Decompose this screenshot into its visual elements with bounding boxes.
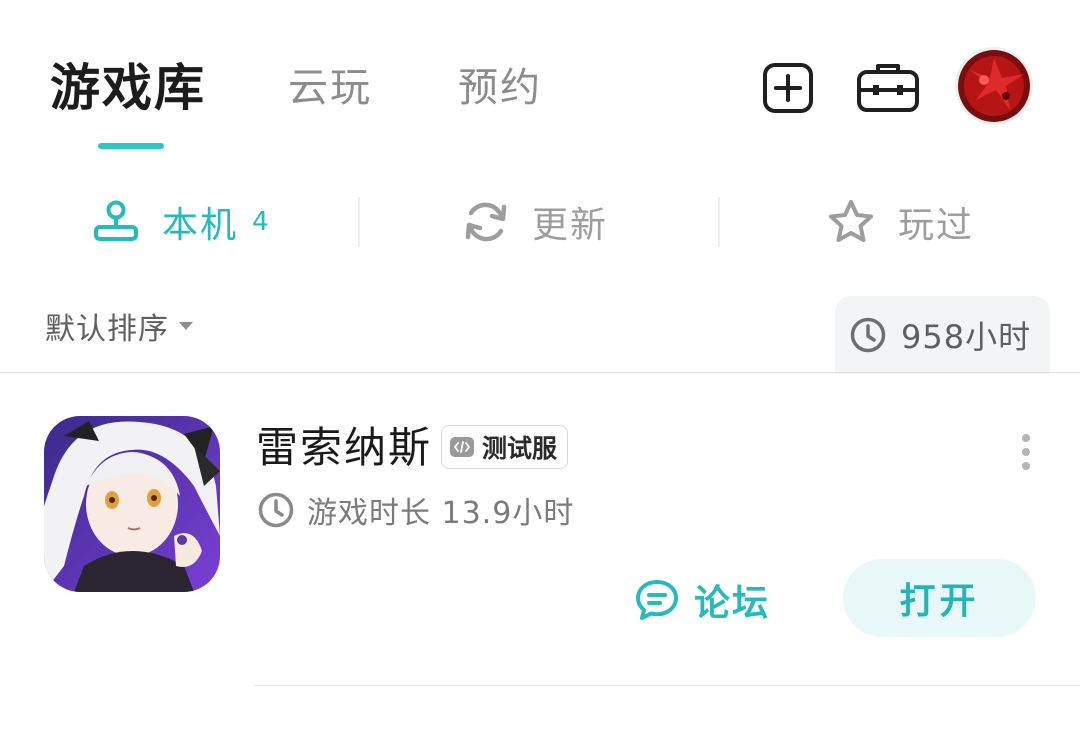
clock-icon xyxy=(850,317,886,353)
add-icon[interactable] xyxy=(760,60,816,116)
sort-dropdown[interactable]: 默认排序 xyxy=(45,304,193,348)
subtab-divider xyxy=(718,197,720,247)
list-divider xyxy=(253,685,1080,686)
tab-cloud[interactable]: 云玩 xyxy=(288,56,372,120)
total-playtime-value: 958小时 xyxy=(901,318,1032,356)
more-icon[interactable] xyxy=(1014,432,1038,472)
subtab-local-count: 4 xyxy=(252,207,269,237)
toolbox-icon[interactable] xyxy=(855,60,921,116)
server-badge-label: 测试服 xyxy=(482,434,558,463)
subtab-played-label: 玩过 xyxy=(898,205,975,246)
avatar[interactable] xyxy=(955,47,1033,125)
tab-reserve[interactable]: 预约 xyxy=(458,56,542,120)
open-game-button[interactable]: 打开 xyxy=(843,559,1036,637)
clock-icon xyxy=(258,492,294,528)
subtab-local[interactable]: 本机 4 xyxy=(92,190,269,254)
active-tab-indicator xyxy=(98,143,164,149)
forum-label: 论坛 xyxy=(694,583,771,624)
caret-down-icon xyxy=(179,322,193,330)
game-title[interactable]: 雷索纳斯 xyxy=(256,420,432,476)
refresh-icon xyxy=(465,202,507,242)
star-icon xyxy=(829,200,873,242)
subtab-played[interactable]: 玩过 xyxy=(826,190,974,254)
code-icon xyxy=(450,437,474,457)
subtab-update-label: 更新 xyxy=(532,205,609,246)
sort-label: 默认排序 xyxy=(45,312,169,347)
tab-library[interactable]: 游戏库 xyxy=(50,56,206,120)
joystick-icon xyxy=(94,200,138,241)
subtab-divider xyxy=(358,197,360,247)
game-library-page: 游戏库 云玩 预约 本机 4 更新 玩过 默认排序 958小时 雷索纳斯 测试服… xyxy=(0,0,1080,730)
forum-button[interactable]: 论坛 xyxy=(634,572,770,628)
chat-icon xyxy=(636,580,678,620)
section-divider xyxy=(0,372,1080,373)
subtab-local-label: 本机 xyxy=(162,205,239,246)
game-icon[interactable] xyxy=(44,416,220,592)
total-playtime-chip[interactable]: 958小时 xyxy=(835,296,1050,374)
game-playtime-text: 游戏时长 13.9小时 xyxy=(307,496,575,531)
subtab-update[interactable]: 更新 xyxy=(462,190,608,254)
test-server-badge: 测试服 xyxy=(441,425,569,469)
game-playtime: 游戏时长 13.9小时 xyxy=(257,488,574,532)
